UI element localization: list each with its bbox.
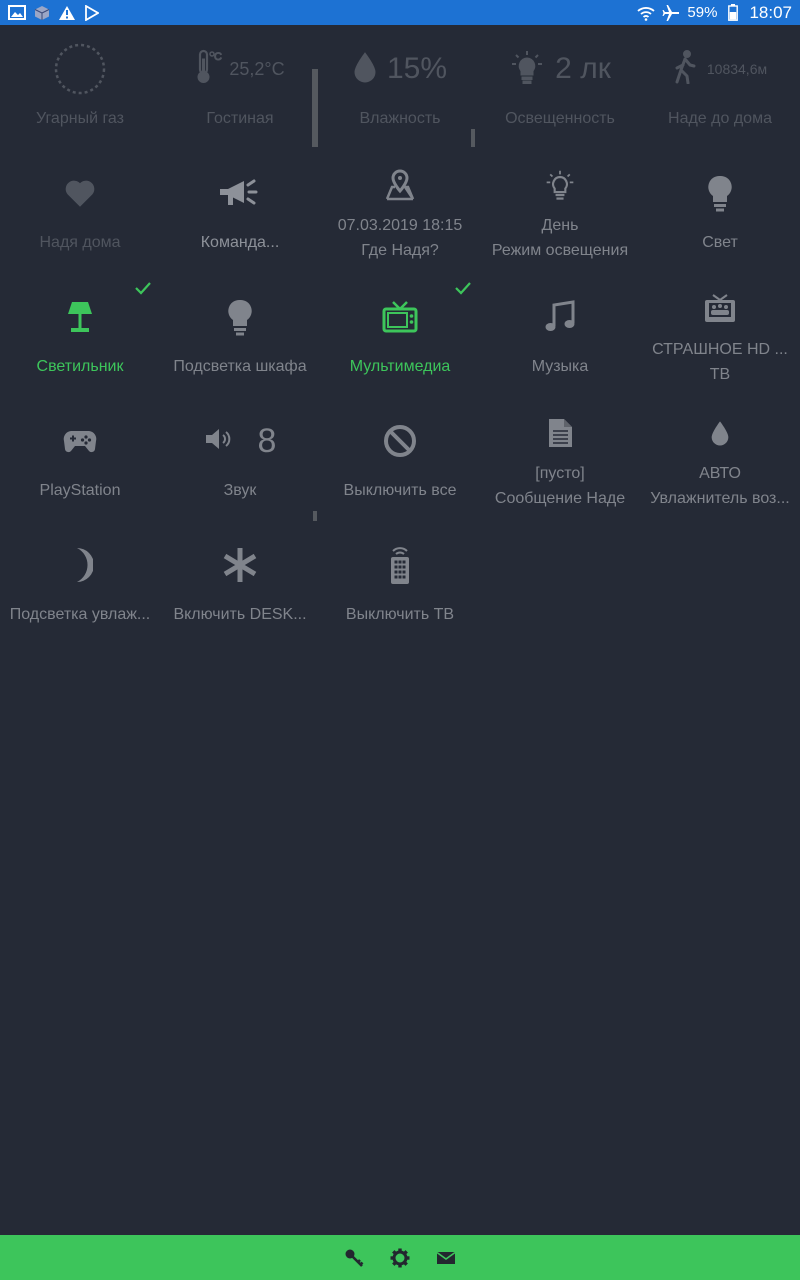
tile-multimedia-label: Мультимедиа bbox=[349, 358, 451, 375]
wifi-icon bbox=[637, 4, 656, 22]
tile-turn-on-desk-label: Включить DESK... bbox=[173, 606, 307, 623]
image-icon bbox=[8, 4, 26, 22]
walking-icon bbox=[673, 49, 697, 89]
heart-icon bbox=[0, 169, 160, 217]
mail-icon[interactable] bbox=[435, 1247, 457, 1269]
sensor-illuminance-value: 2 лк bbox=[555, 52, 611, 85]
sensor-co-label: Угарный газ bbox=[36, 110, 124, 127]
tile-light-mode-label: Режим освещения bbox=[491, 242, 629, 259]
tv-channel-icon bbox=[640, 291, 800, 327]
tile-wardrobe-light-label: Подсветка шкафа bbox=[173, 358, 307, 375]
tile-turn-off-all-label: Выключить все bbox=[343, 482, 457, 499]
moon-icon bbox=[0, 541, 160, 589]
tile-turn-off-tv[interactable]: Выключить ТВ bbox=[320, 521, 480, 645]
tile-sound-label: Звук bbox=[223, 482, 257, 499]
tile-music[interactable]: Музыка bbox=[480, 273, 640, 397]
tile-turn-off-all[interactable]: Выключить все bbox=[320, 397, 480, 521]
tile-turn-on-desk[interactable]: Включить DESK... bbox=[160, 521, 320, 645]
tile-multimedia[interactable]: Мультимедиа bbox=[320, 273, 480, 397]
tile-message-nadya-value: [пусто] bbox=[535, 465, 585, 482]
block-icon bbox=[320, 417, 480, 465]
sensor-distance-home-label: Наде до дома bbox=[668, 110, 772, 127]
scroll-indicator-small bbox=[313, 511, 317, 521]
sensor-distance-home-value: 10834,6м bbox=[706, 61, 768, 77]
airplane-icon bbox=[662, 4, 680, 22]
megaphone-icon bbox=[160, 169, 320, 217]
document-icon bbox=[480, 415, 640, 451]
key-icon[interactable] bbox=[343, 1247, 365, 1269]
status-bar-left bbox=[8, 4, 101, 22]
svg-text:C: C bbox=[214, 51, 222, 63]
sensor-illuminance[interactable]: 2 лк Освещенность bbox=[480, 25, 640, 149]
tv-icon bbox=[320, 293, 480, 341]
tile-turn-off-tv-label: Выключить ТВ bbox=[345, 606, 455, 623]
tile-music-label: Музыка bbox=[531, 358, 589, 375]
ring-icon bbox=[0, 43, 160, 95]
drop-icon bbox=[353, 51, 377, 88]
battery-icon bbox=[724, 4, 742, 22]
tile-playstation-label: PlayStation bbox=[39, 482, 121, 499]
tile-lamp[interactable]: Светильник bbox=[0, 273, 160, 397]
tile-humidifier-label: Увлажнитель воз... bbox=[650, 490, 790, 507]
tile-sound[interactable]: 8 Звук bbox=[160, 397, 320, 521]
tile-light-mode-value: День bbox=[541, 217, 579, 234]
tile-command[interactable]: Команда... bbox=[160, 149, 320, 273]
tile-sound-value: 8 bbox=[257, 421, 277, 460]
tile-humidifier-backlight-label: Подсветка увлаж... bbox=[9, 606, 151, 623]
cube-app-icon bbox=[33, 4, 51, 22]
tile-lamp-label: Светильник bbox=[36, 358, 124, 375]
bulb-icon bbox=[160, 293, 320, 341]
gamepad-icon bbox=[0, 417, 160, 465]
tile-nadya-home[interactable]: Надя дома bbox=[0, 149, 160, 273]
drop-icon bbox=[640, 415, 800, 451]
bottom-bar bbox=[0, 1235, 800, 1280]
sensor-living-room-value: 25,2°C bbox=[229, 58, 285, 79]
sensor-co[interactable]: Угарный газ bbox=[0, 25, 160, 149]
tile-humidifier-value: АВТО bbox=[699, 465, 741, 482]
gear-icon[interactable] bbox=[389, 1247, 411, 1269]
bulb-rays-icon bbox=[509, 49, 545, 90]
warning-icon bbox=[58, 4, 76, 22]
asterisk-icon bbox=[160, 541, 320, 589]
tile-light-label: Свет bbox=[702, 234, 738, 251]
tile-message-nadya[interactable]: [пусто] Сообщение Наде bbox=[480, 397, 640, 521]
tile-tv-channel-label: ТВ bbox=[709, 366, 731, 383]
tile-command-label: Команда... bbox=[200, 234, 280, 251]
map-pin-icon bbox=[320, 167, 480, 203]
tile-light-mode[interactable]: День Режим освещения bbox=[480, 149, 640, 273]
status-bar-right: 59% 18:07 bbox=[637, 3, 792, 23]
sensor-humidity-value: 15% bbox=[386, 52, 448, 85]
remote-icon bbox=[320, 541, 480, 589]
sensor-living-room-label: Гостиная bbox=[206, 110, 274, 127]
speaker-icon bbox=[204, 427, 236, 456]
sensor-humidity[interactable]: 15% Влажность bbox=[320, 25, 480, 149]
sensor-distance-home[interactable]: 10834,6м Наде до дома bbox=[640, 25, 800, 149]
scroll-indicator-small bbox=[471, 129, 475, 147]
battery-percent: 59% bbox=[687, 4, 718, 21]
bulb-icon bbox=[640, 169, 800, 217]
tile-light[interactable]: Свет bbox=[640, 149, 800, 273]
tile-humidifier-backlight[interactable]: Подсветка увлаж... bbox=[0, 521, 160, 645]
play-store-icon bbox=[83, 4, 101, 22]
tile-wardrobe-light[interactable]: Подсветка шкафа bbox=[160, 273, 320, 397]
tile-where-nadya-label: Где Надя? bbox=[361, 242, 439, 259]
clock: 18:07 bbox=[749, 2, 792, 22]
sensor-illuminance-label: Освещенность bbox=[505, 110, 615, 127]
sensor-living-room[interactable]: C 25,2°C Гостиная bbox=[160, 25, 320, 149]
bulb-rays-icon bbox=[480, 167, 640, 203]
thermometer-icon: C bbox=[195, 49, 223, 90]
tile-playstation[interactable]: PlayStation bbox=[0, 397, 160, 521]
tile-tv-channel[interactable]: СТРАШНОЕ HD ... ТВ bbox=[640, 273, 800, 397]
tile-nadya-home-label: Надя дома bbox=[39, 234, 121, 251]
sensor-humidity-label: Влажность bbox=[359, 110, 441, 127]
tile-where-nadya-date: 07.03.2019 18:15 bbox=[337, 217, 463, 234]
tile-tv-channel-value: СТРАШНОЕ HD ... bbox=[652, 341, 788, 358]
tile-message-nadya-label: Сообщение Наде bbox=[494, 490, 626, 507]
scroll-indicator bbox=[312, 69, 318, 147]
tile-humidifier[interactable]: АВТО Увлажнитель воз... bbox=[640, 397, 800, 521]
tile-where-nadya[interactable]: 07.03.2019 18:15 Где Надя? bbox=[320, 149, 480, 273]
status-bar: 59% 18:07 bbox=[0, 0, 800, 25]
lamp-icon bbox=[0, 293, 160, 341]
music-note-icon bbox=[480, 293, 640, 341]
